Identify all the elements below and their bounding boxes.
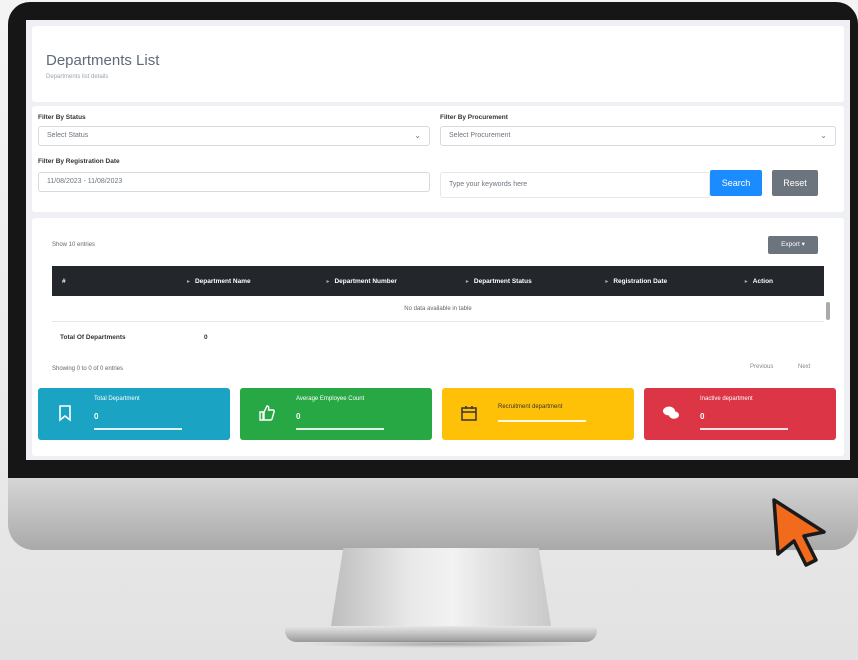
reset-button[interactable]: Reset — [772, 170, 818, 196]
stat-value: 0 — [94, 412, 99, 421]
date-filter-label: Filter By Registration Date — [38, 158, 120, 165]
pagination-previous[interactable]: Previous — [750, 364, 773, 370]
page-title: Departments List — [46, 52, 160, 69]
export-label: Export — [781, 241, 800, 248]
monitor-stand-neck — [330, 548, 552, 632]
date-range-value: 11/08/2023 - 11/08/2023 — [47, 178, 123, 185]
procurement-filter-label: Filter By Procurement — [440, 114, 508, 121]
filter-panel: Filter By Status Select Status ⌄ Filter … — [32, 106, 844, 212]
stat-card-average-employee-count: Average Employee Count 0 — [240, 388, 432, 440]
sort-icon: ▸ — [186, 278, 190, 285]
pagination-next[interactable]: Next — [798, 364, 810, 370]
column-header-department-number[interactable]: ▸ Department Number — [324, 278, 463, 285]
sort-icon: ▸ — [465, 278, 469, 285]
procurement-select-value: Select Procurement — [449, 132, 511, 139]
table-empty-row: No data available in table — [52, 296, 824, 322]
column-header-action[interactable]: ▸ Action — [743, 278, 824, 285]
monitor-screen: Departments List Departments list detail… — [26, 20, 850, 460]
total-departments-label: Total Of Departments — [60, 334, 126, 341]
total-departments-value: 0 — [204, 334, 208, 341]
monitor-chin — [8, 478, 858, 550]
show-entries-select[interactable]: Show 10 entries — [52, 242, 95, 248]
column-header-registration-date[interactable]: ▸ Registration Date — [603, 278, 742, 285]
search-button[interactable]: Search — [710, 170, 762, 196]
chevron-down-icon: ⌄ — [820, 131, 827, 140]
table-header: # ▸ Department Name ▸ Department Number ▸ D… — [52, 266, 824, 296]
search-placeholder: Type your keywords here — [449, 181, 528, 188]
stat-progress-bar — [296, 428, 384, 430]
stat-progress-bar — [94, 428, 182, 430]
mouse-cursor-icon — [772, 498, 826, 567]
chevron-down-icon: ⌄ — [414, 131, 421, 140]
monitor-stand-shadow — [300, 640, 590, 648]
stat-card-recruitment-department: Recruitment department — [442, 388, 634, 440]
search-input[interactable]: Type your keywords here — [440, 172, 710, 198]
status-select[interactable]: Select Status ⌄ — [38, 126, 430, 146]
stat-title: Inactive department — [700, 396, 753, 402]
column-header-department-status[interactable]: ▸ Department Status — [464, 278, 603, 285]
table-scrollbar[interactable] — [826, 302, 830, 320]
date-range-input[interactable]: 11/08/2023 - 11/08/2023 — [38, 172, 430, 192]
chat-icon — [663, 406, 679, 419]
sort-icon: ▸ — [605, 278, 609, 285]
page-header: Departments List Departments list detail… — [32, 26, 844, 102]
stat-progress-bar — [700, 428, 788, 430]
showing-entries-info: Showing 0 to 0 of 0 entries — [52, 366, 124, 372]
stat-title: Total Department — [94, 396, 140, 402]
status-select-value: Select Status — [47, 132, 89, 139]
stat-value: 0 — [700, 412, 705, 421]
stat-title: Recruitment department — [498, 404, 563, 410]
page-subtitle: Departments list details — [46, 74, 109, 80]
stat-card-total-department: Total Department 0 — [38, 388, 230, 440]
column-header-department-name[interactable]: ▸ Department Name — [185, 278, 324, 285]
bookmark-icon — [59, 405, 71, 422]
stat-card-inactive-department: Inactive department 0 — [644, 388, 836, 440]
export-button[interactable]: Export ▾ — [768, 236, 818, 254]
sort-icon: ▸ — [326, 278, 330, 285]
procurement-select[interactable]: Select Procurement ⌄ — [440, 126, 836, 146]
column-header-index[interactable]: # — [52, 278, 185, 285]
thumbs-up-icon — [259, 405, 275, 421]
status-filter-label: Filter By Status — [38, 114, 86, 121]
stat-value: 0 — [296, 412, 301, 421]
stat-title: Average Employee Count — [296, 396, 365, 402]
sort-icon: ▸ — [744, 278, 748, 285]
calendar-icon — [461, 406, 477, 421]
stat-progress-bar — [498, 420, 586, 422]
